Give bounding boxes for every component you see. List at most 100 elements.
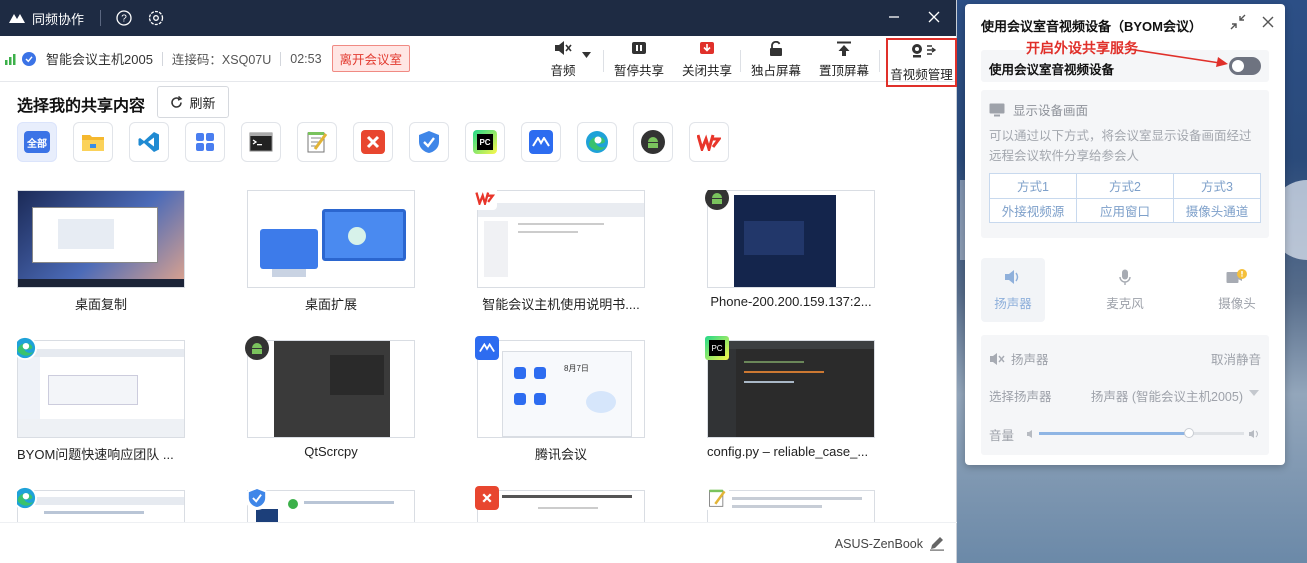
refresh-button[interactable]: 刷新 [157, 86, 229, 118]
close-share-button[interactable]: 关闭共享 [681, 39, 733, 79]
android-icon[interactable] [633, 122, 673, 162]
speaker-header: 扬声器 取消静音 [989, 349, 1261, 368]
pin-screen-label: 置顶屏幕 [818, 64, 869, 78]
share-item-edge[interactable]: BYOM问题快速响应团队 ... [17, 336, 185, 463]
footer: ASUS-ZenBook [0, 522, 957, 563]
edge-icon[interactable] [577, 122, 617, 162]
share-item-tencent-meeting[interactable]: 8月7日 腾讯会议 [475, 336, 645, 463]
collapse-icon[interactable] [1230, 14, 1246, 30]
volume-slider[interactable] [1039, 428, 1244, 438]
apps-icon[interactable] [185, 122, 225, 162]
share-item-desktop-extend[interactable]: 桌面扩展 [247, 190, 415, 313]
exclusive-screen-label: 独占屏幕 [750, 64, 801, 78]
thumbnail-date: 8月7日 [564, 364, 589, 373]
divider [740, 50, 741, 72]
share-content-grid: 桌面复制 桌面扩展 智能会议主机使用说明书.... Phone-200.200.… [17, 190, 957, 522]
mode-3-desc: 摄像头通道 [1185, 204, 1249, 219]
mode-2-button[interactable]: 方式2 应用窗口 [1077, 173, 1173, 223]
speaker-select-value[interactable]: 扬声器 (智能会议主机2005) [1091, 386, 1243, 405]
mode-1-button[interactable]: 方式1 外接视频源 [989, 173, 1077, 223]
divider [879, 50, 880, 72]
tab-microphone[interactable]: 麦克风 [1093, 258, 1157, 322]
pycharm-icon: PC [705, 336, 729, 360]
stop-share-icon [700, 42, 714, 54]
av-device-panel: 使用会议室音视频设备（BYOM会议） 使用会议室音视频设备 显示设备画面 可以通… [965, 4, 1285, 465]
thumbnail [707, 190, 875, 288]
share-item-pycharm[interactable]: PC config.py – reliable_case_... [705, 336, 875, 459]
settings-icon[interactable] [147, 9, 165, 27]
wps-icon[interactable] [689, 122, 729, 162]
leave-meeting-button[interactable]: 离开会议室 [331, 45, 411, 72]
share-content-heading: 选择我的共享内容 [17, 98, 146, 115]
share-item-phone[interactable]: Phone-200.200.159.137:2... [705, 190, 875, 309]
close-icon[interactable] [1262, 16, 1274, 28]
share-item-xmind[interactable] [475, 486, 645, 522]
share-item-edge-2[interactable] [17, 486, 185, 522]
thumbnail [477, 490, 645, 522]
byom-label: 使用会议室音视频设备 [989, 63, 1115, 77]
share-item-wps-doc[interactable]: 智能会议主机使用说明书.... [473, 190, 645, 313]
device-name: 智能会议主机2005 [46, 52, 153, 67]
annotation-text: 开启外设共享服务 [1026, 40, 1138, 56]
share-item-desktop-copy[interactable]: 桌面复制 [17, 190, 185, 313]
share-item-qtscrcpy[interactable]: QtScrcpy [245, 336, 415, 459]
display-device-section: 显示设备画面 可以通过以下方式，将会议室显示设备画面经过远程会议软件分享给参会人… [981, 90, 1269, 238]
tab-camera[interactable]: 摄像头 [1205, 258, 1269, 322]
display-section-title: 显示设备画面 [989, 100, 1088, 119]
edit-icon[interactable] [929, 535, 945, 551]
display-title: 显示设备画面 [1013, 104, 1089, 118]
thumbnail [477, 190, 645, 288]
pause-share-button[interactable]: 暂停共享 [613, 39, 665, 79]
tencent-meeting-icon[interactable] [521, 122, 561, 162]
thumbnail [17, 490, 185, 522]
chevron-down-icon[interactable] [582, 52, 591, 58]
mode-3-button[interactable]: 方式3 摄像头通道 [1173, 173, 1261, 223]
pin-screen-button[interactable]: 置顶屏幕 [818, 39, 870, 79]
tencent-meeting-icon [475, 336, 499, 360]
share-item-security[interactable] [245, 486, 415, 522]
app-logo-icon [9, 14, 25, 23]
thumbnail [707, 490, 875, 522]
filter-all-button[interactable]: 全部 [17, 122, 57, 162]
pin-top-icon [837, 41, 851, 56]
unmute-button[interactable]: 取消静音 [1211, 349, 1261, 368]
terminal-icon[interactable] [241, 122, 281, 162]
help-icon[interactable]: ? [115, 9, 133, 27]
minimize-button[interactable] [886, 9, 902, 25]
folder-icon[interactable] [73, 122, 113, 162]
divider [161, 51, 163, 66]
share-item-caption: config.py – reliable_case_... [707, 444, 869, 459]
refresh-label: 刷新 [189, 95, 216, 111]
thumbnail [247, 490, 415, 522]
speaker-mute-icon [555, 41, 572, 55]
vscode-icon[interactable] [129, 122, 169, 162]
volume-knob[interactable] [1183, 428, 1194, 438]
volume-high-icon [1249, 430, 1258, 438]
av-manage-button[interactable]: 音视频管理 [886, 38, 957, 87]
share-window: 同频协作 ? 智能会议主机2005 连接码：XSQ07U 02:53 离开会议室… [0, 0, 957, 563]
notepad-icon[interactable] [297, 122, 337, 162]
computer-name: ASUS-ZenBook [834, 537, 923, 551]
chevron-down-icon[interactable] [1249, 390, 1259, 396]
close-button[interactable] [926, 9, 942, 25]
security-icon[interactable] [409, 122, 449, 162]
app-filter-bar: 全部 PC [17, 122, 729, 162]
tab-speaker-label: 扬声器 [994, 296, 1032, 311]
thumbnail [247, 190, 415, 288]
pycharm-icon[interactable]: PC [465, 122, 505, 162]
speaker-select-row: 选择扬声器 扬声器 (智能会议主机2005) [989, 386, 1261, 405]
device-tabs: 扬声器 麦克风 摄像头 [981, 258, 1269, 322]
tab-speaker[interactable]: 扬声器 [981, 258, 1045, 322]
exclusive-screen-button[interactable]: 独占屏幕 [750, 39, 802, 79]
divider [603, 50, 604, 72]
share-item-notepad[interactable] [705, 486, 875, 522]
edge-icon [17, 486, 37, 510]
audio-button[interactable]: 音频 [547, 39, 579, 79]
speaker-icon [1005, 269, 1019, 284]
pause-share-label: 暂停共享 [613, 64, 664, 78]
xmind-icon[interactable] [353, 122, 393, 162]
byom-toggle[interactable] [1229, 57, 1261, 75]
connect-code: 连接码：XSQ07U [171, 53, 272, 67]
share-item-caption: 桌面复制 [74, 297, 127, 312]
meeting-timer: 02:53 [290, 51, 322, 66]
